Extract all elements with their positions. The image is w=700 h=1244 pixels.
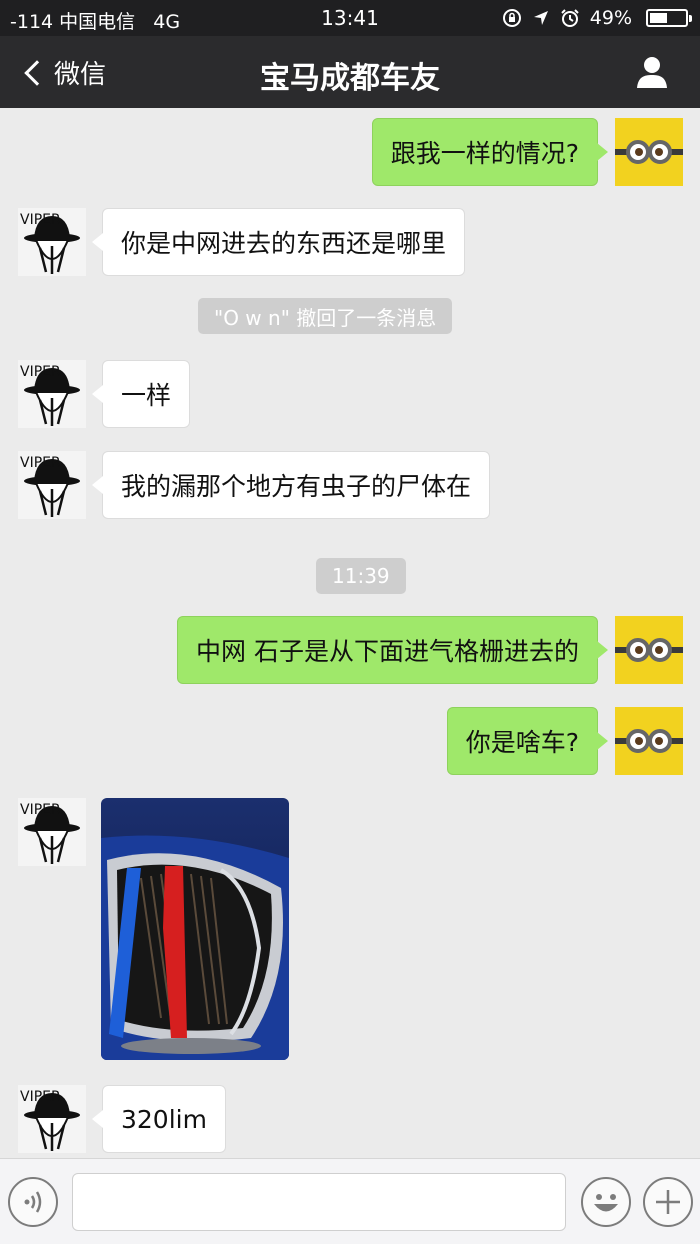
input-bar <box>0 1158 700 1244</box>
status-bar: -114 中国电信 4G 13:41 49% <box>0 0 700 36</box>
emoji-icon <box>594 1194 618 1212</box>
minion-goggles-icon <box>615 638 683 662</box>
message-bubble-sent[interactable]: 跟我一样的情况? <box>371 118 609 186</box>
battery-percent: 49% <box>589 7 632 29</box>
avatar-other[interactable]: VIPER <box>18 798 86 866</box>
avatar-text: VIPER <box>20 364 61 380</box>
emoji-button[interactable] <box>581 1177 631 1227</box>
message-bubble-received[interactable]: 320lim <box>92 1085 226 1153</box>
minion-goggles-icon <box>615 729 683 753</box>
avatar-text: VIPER <box>20 802 61 818</box>
hat-man-icon: VIPER <box>20 364 80 426</box>
alarm-clock-icon <box>561 9 579 27</box>
avatar-self[interactable] <box>615 616 683 684</box>
nav-bar: 微信 宝马成都车友 <box>0 36 700 108</box>
avatar-other[interactable]: VIPER <box>18 451 86 519</box>
timestamp: 11:39 <box>316 558 406 594</box>
voice-button[interactable] <box>8 1177 58 1227</box>
message-list[interactable]: 跟我一样的情况? VIPER 你是中网进去的东西还是哪里 "O w n" 撤回了… <box>0 108 700 1158</box>
hat-man-icon: VIPER <box>20 1089 80 1151</box>
lock-rotation-icon <box>502 9 521 27</box>
message-bubble-received[interactable]: 你是中网进去的东西还是哪里 <box>91 208 466 276</box>
avatar-self[interactable] <box>615 118 683 186</box>
hat-man-icon: VIPER <box>20 802 80 864</box>
battery-fill <box>650 13 667 23</box>
message-input[interactable] <box>72 1173 566 1231</box>
message-bubble-sent[interactable]: 你是啥车? <box>446 707 609 775</box>
location-arrow-icon <box>533 11 548 25</box>
plus-icon <box>656 1190 680 1214</box>
hat-man-icon: VIPER <box>20 455 80 517</box>
avatar-other[interactable]: VIPER <box>18 1085 86 1153</box>
minion-goggles-icon <box>615 140 683 164</box>
message-bubble-received[interactable]: 我的漏那个地方有虫子的尸体在 <box>91 451 491 519</box>
hat-man-icon: VIPER <box>20 212 80 274</box>
person-icon[interactable] <box>634 54 670 90</box>
avatar-text: VIPER <box>20 212 61 228</box>
voice-icon <box>24 1191 42 1213</box>
image-message[interactable] <box>101 798 289 1060</box>
status-icons: 49% <box>502 7 692 29</box>
avatar-text: VIPER <box>20 1089 61 1105</box>
message-bubble-received[interactable]: 一样 <box>91 360 191 428</box>
chat-title: 宝马成都车友 <box>260 61 440 96</box>
avatar-self[interactable] <box>615 707 683 775</box>
recall-notice: "O w n" 撤回了一条消息 <box>198 298 453 334</box>
plus-button[interactable] <box>643 1177 693 1227</box>
avatar-other[interactable]: VIPER <box>18 360 86 428</box>
avatar-other[interactable]: VIPER <box>18 208 86 276</box>
message-bubble-sent[interactable]: 中网 石子是从下面进气格栅进去的 <box>177 616 608 684</box>
car-grille-photo <box>101 798 289 1060</box>
avatar-text: VIPER <box>20 455 61 471</box>
battery-icon <box>646 9 692 27</box>
